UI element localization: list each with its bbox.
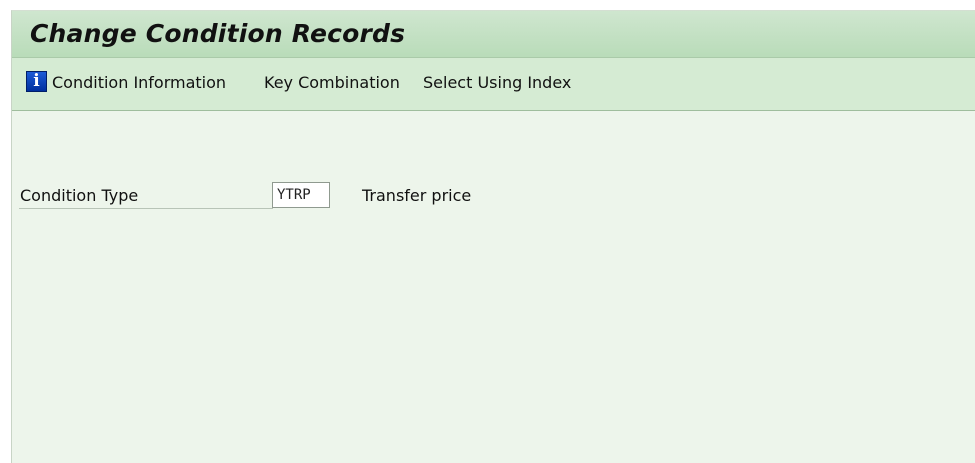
sap-screen: Change Condition Records i Condition Info… [11,10,975,463]
condition-type-input[interactable] [272,182,330,208]
condition-information-label: Condition Information [52,73,227,92]
select-using-index-label: Select Using Index [423,73,572,92]
condition-information-button[interactable]: i Condition Information [26,71,226,95]
key-combination-button[interactable]: Key Combination [264,71,400,95]
application-toolbar: i Condition Information Key Combination S… [12,58,975,111]
page-title: Change Condition Records [30,19,406,48]
condition-type-label: Condition Type [20,186,139,205]
label-underline [19,208,273,209]
title-bar: Change Condition Records [12,11,975,58]
key-combination-label: Key Combination [264,73,400,92]
condition-type-description: Transfer price [362,186,472,205]
select-using-index-button[interactable]: Select Using Index [423,71,571,95]
info-icon: i [26,71,47,92]
